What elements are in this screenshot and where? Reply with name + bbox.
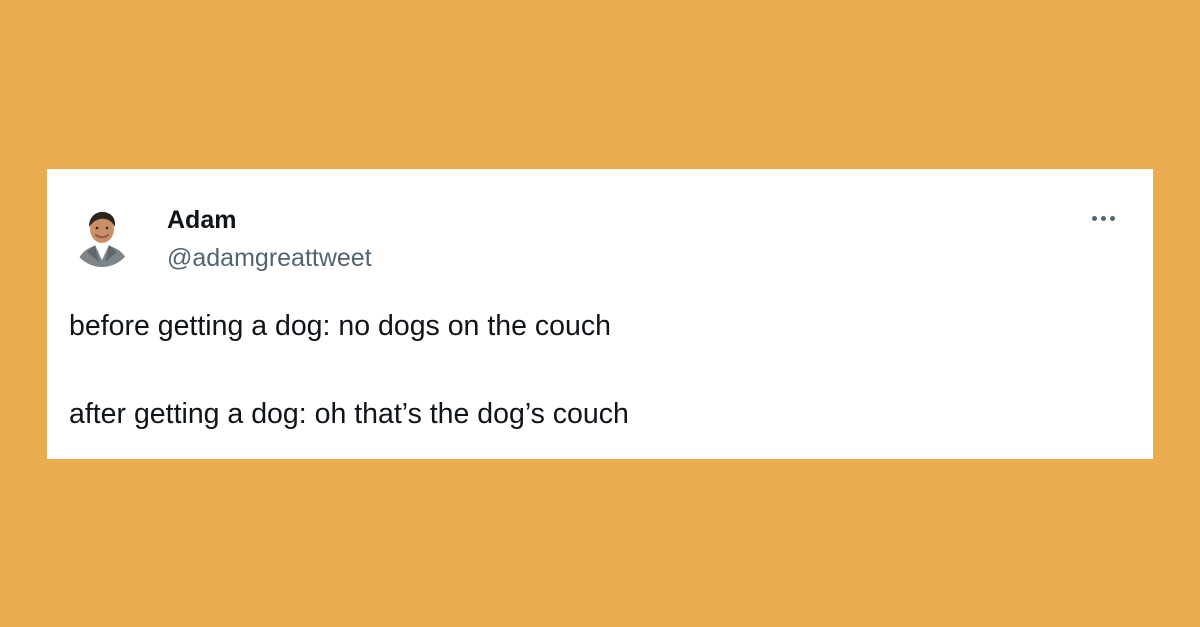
avatar[interactable] (71, 205, 133, 267)
tweet-text-line: after getting a dog: oh that’s the dog’s… (69, 398, 629, 430)
more-options-button[interactable] (1083, 203, 1123, 233)
author-display-name[interactable]: Adam (167, 205, 236, 235)
tweet-text-line: before getting a dog: no dogs on the cou… (69, 310, 611, 342)
page-background: Adam @adamgreattweet before getting a do… (0, 0, 1200, 627)
author-handle[interactable]: @adamgreattweet (167, 243, 372, 273)
tweet-line-gap (69, 343, 1069, 397)
more-options-icon (1091, 215, 1115, 221)
avatar-icon (71, 205, 133, 267)
tweet-card: Adam @adamgreattweet before getting a do… (47, 169, 1153, 459)
tweet-text: before getting a dog: no dogs on the cou… (69, 309, 1069, 431)
